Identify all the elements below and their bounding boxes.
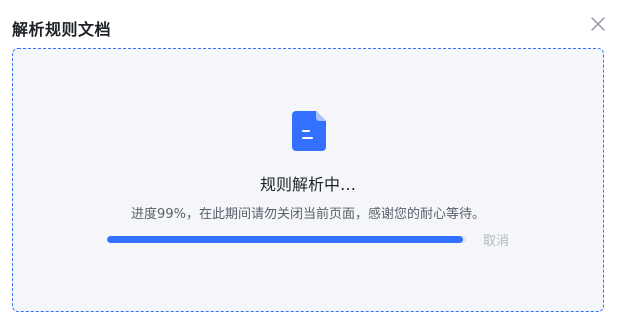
upload-area: 规则解析中… 进度99%，在此期间请勿关闭当前页面，感谢您的耐心等待。 取消 [12,48,604,312]
status-description: 进度99%，在此期间请勿关闭当前页面，感谢您的耐心等待。 [131,207,485,222]
document-icon [292,111,326,151]
progress-fill [107,236,464,243]
parse-dialog: 解析规则文档 规则解析中… 进度99%，在此期间请勿关闭当前页面，感谢您的耐心等… [0,0,620,326]
close-icon[interactable] [590,16,606,32]
progress-bar [107,236,467,243]
status-title: 规则解析中… [259,175,356,194]
cancel-button[interactable]: 取消 [483,230,509,249]
dialog-title: 解析规则文档 [12,20,112,39]
